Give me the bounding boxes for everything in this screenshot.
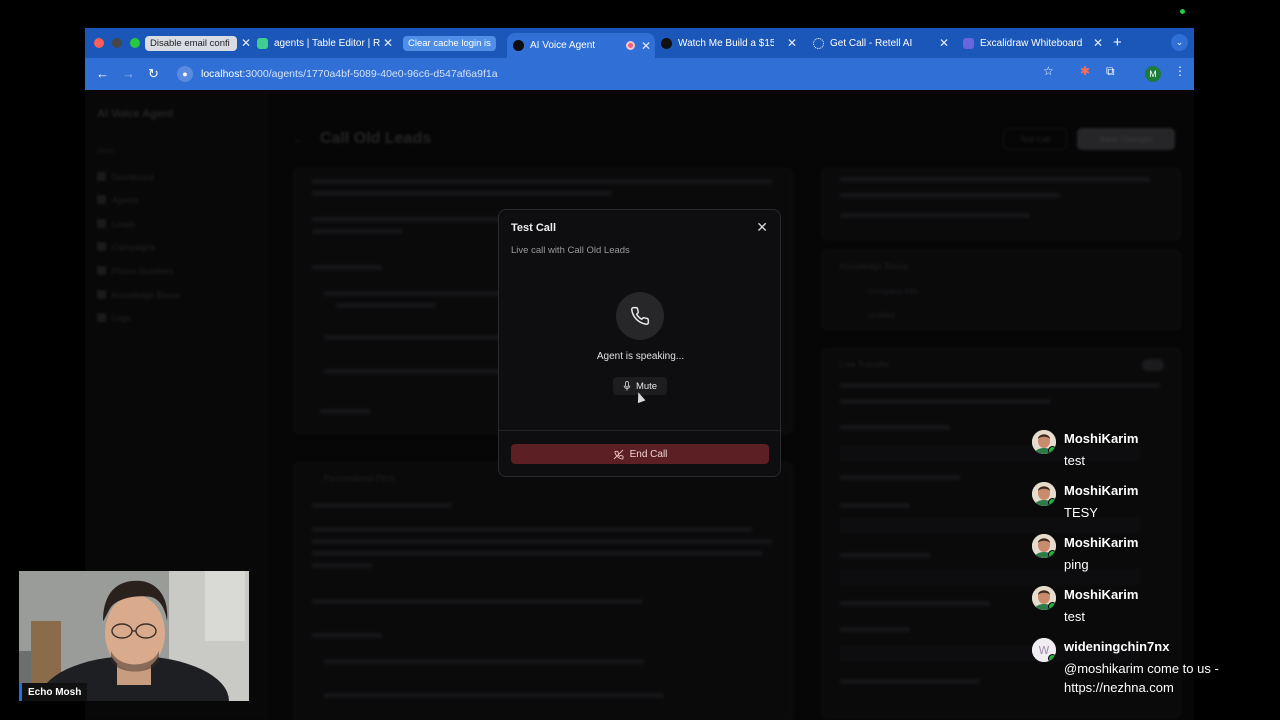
video-site-icon [661, 37, 672, 49]
end-call-button[interactable]: End Call [511, 444, 769, 464]
chat-username: MoshiKarim [1064, 483, 1139, 498]
recording-indicator [1180, 9, 1185, 14]
dialog-title: Test Call [511, 222, 557, 234]
chat-text: test [1064, 609, 1085, 624]
window-controls [85, 38, 145, 48]
chat-text: @moshikarim come to us - https://nezhna.… [1064, 661, 1219, 695]
close-tab-icon[interactable]: ✕ [1093, 36, 1103, 50]
extension-icon[interactable]: ✱ [1080, 64, 1090, 78]
tab-search-button[interactable]: ⌄ [1171, 34, 1188, 51]
microphone-permission-icon[interactable]: ● [177, 66, 193, 82]
close-tab-icon[interactable]: ✕ [939, 36, 949, 50]
extensions-puzzle-icon[interactable]: ⧉ [1106, 64, 1115, 79]
maximize-window-button[interactable] [130, 38, 140, 48]
back-arrow-icon[interactable]: ← [96, 66, 109, 81]
chat-text: test [1064, 453, 1085, 468]
app-logo-icon [513, 40, 524, 51]
tab-agents-table-editor[interactable]: agents | Table Editor | R ✕ [257, 33, 397, 53]
avatar [1032, 482, 1056, 506]
webcam-person-image [19, 571, 249, 701]
chat-message: W wideningchin7nx @moshikarim come to us… [1030, 636, 1280, 695]
minimize-window-button[interactable] [112, 38, 122, 48]
close-tab-icon[interactable]: ✕ [787, 36, 797, 50]
tab-retell-ai[interactable]: Get Call - Retell AI ✕ [813, 33, 953, 53]
chat-text: ping [1064, 557, 1089, 572]
chat-message: MoshiKarim TESY [1030, 480, 1280, 532]
dialog-subtitle: Live call with Call Old Leads [511, 245, 630, 256]
avatar: W [1032, 638, 1056, 662]
avatar [1032, 586, 1056, 610]
profile-avatar[interactable]: M [1145, 66, 1161, 82]
chat-username: MoshiKarim [1064, 431, 1139, 446]
webcam-feed: Echo Mosh [19, 571, 249, 701]
forward-arrow-icon[interactable]: → [122, 66, 135, 81]
supabase-icon [257, 37, 268, 49]
test-call-dialog: Test Call Live call with Call Old Leads … [498, 209, 782, 477]
reload-icon[interactable]: ↻ [148, 66, 159, 82]
chat-text: TESY [1064, 505, 1098, 520]
screen: Disable email confi ✕ agents | Table Edi… [0, 0, 1280, 720]
close-tab-icon[interactable]: ✕ [383, 36, 393, 50]
close-tab-icon[interactable]: ✕ [641, 39, 651, 53]
tab-group-disable-email[interactable]: Disable email confi ✕ [145, 33, 255, 53]
microphone-icon [623, 381, 631, 391]
recording-tab-icon [626, 41, 635, 50]
chat-overlay: MoshiKarim test MoshiKarim TESY MoshiKar… [1030, 428, 1280, 695]
close-icon[interactable]: ✕ [756, 219, 768, 236]
avatar [1032, 534, 1056, 558]
excalidraw-icon [963, 37, 974, 49]
tab-ai-voice-agent[interactable]: AI Voice Agent ✕ [507, 33, 655, 58]
browser-window: Disable email confi ✕ agents | Table Edi… [85, 28, 1194, 720]
tab-bar: Disable email confi ✕ agents | Table Edi… [85, 28, 1194, 58]
chat-username: wideningchin7nx [1064, 639, 1170, 654]
loading-icon [813, 37, 824, 49]
chat-message: MoshiKarim ping [1030, 532, 1280, 584]
tab-excalidraw[interactable]: Excalidraw Whiteboard ✕ [963, 33, 1107, 53]
new-tab-button[interactable]: + [1113, 34, 1122, 51]
chat-message: MoshiKarim test [1030, 428, 1280, 480]
chat-username: MoshiKarim [1064, 587, 1139, 602]
tab-watch-me-build[interactable]: Watch Me Build a $15K ✕ [661, 33, 801, 53]
avatar [1032, 430, 1056, 454]
tab-group-clear-cache[interactable]: Clear cache login is [403, 33, 503, 53]
address-bar: ← → ↻ ● localhost:3000/agents/1770a4bf-5… [85, 58, 1194, 90]
bookmark-star-icon[interactable]: ☆ [1043, 64, 1054, 78]
phone-off-icon [613, 449, 624, 459]
call-status: Agent is speaking... [596, 351, 685, 362]
close-window-button[interactable] [94, 38, 104, 48]
chat-message: MoshiKarim test [1030, 584, 1280, 636]
webcam-name-label: Echo Mosh [19, 683, 88, 701]
close-tab-icon[interactable]: ✕ [241, 36, 251, 50]
chat-username: MoshiKarim [1064, 535, 1139, 550]
browser-menu-icon[interactable]: ⋮ [1174, 64, 1186, 78]
url-field[interactable]: ● localhost:3000/agents/1770a4bf-5089-40… [171, 62, 1071, 86]
divider [499, 430, 782, 431]
phone-icon [616, 292, 664, 340]
